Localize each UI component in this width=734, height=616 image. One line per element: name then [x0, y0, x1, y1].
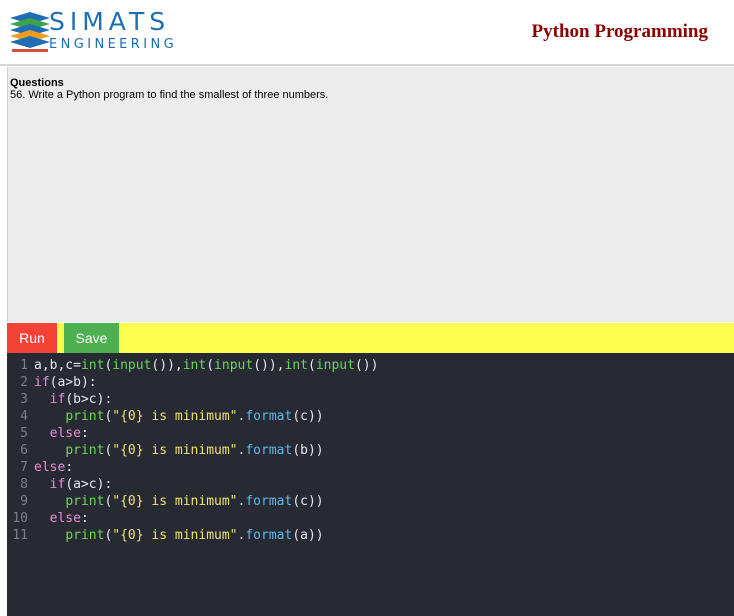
code-token: if	[49, 477, 66, 492]
page-header: SIMATS ENGINEERING Python Programming	[0, 0, 734, 64]
save-button[interactable]: Save	[64, 323, 119, 353]
code-token: (b))	[292, 443, 324, 458]
editor-toolbar: Run Save	[7, 323, 734, 353]
code-line[interactable]: 3 if(b>c):	[7, 391, 112, 408]
code-token: input	[315, 358, 355, 373]
code-token: "{0} is minimum"	[112, 528, 238, 543]
code-line[interactable]: 2 if(a>b):	[7, 374, 97, 391]
header-divider	[0, 64, 734, 66]
code-token: ())	[354, 358, 379, 373]
code-token: (a))	[292, 528, 324, 543]
code-token: if	[49, 392, 66, 407]
code-token: "{0} is minimum"	[112, 409, 238, 424]
code-token: print	[65, 528, 105, 543]
code-token: (c))	[292, 494, 324, 509]
brand-subtitle: ENGINEERING	[49, 37, 178, 52]
code-token: format	[245, 494, 293, 509]
question-text: 56. Write a Python program to find the s…	[10, 89, 329, 101]
code-token: :	[80, 511, 89, 526]
code-token: ()),	[253, 358, 285, 373]
code-token: print	[65, 409, 105, 424]
code-token: int	[80, 358, 105, 373]
brand: SIMATS ENGINEERING	[49, 8, 177, 53]
code-token: format	[245, 528, 293, 543]
code-token: if	[34, 375, 50, 390]
code-line[interactable]: 11 print("{0} is minimum".format(a))	[7, 527, 324, 544]
code-token: print	[65, 443, 105, 458]
code-token: (c))	[292, 409, 324, 424]
code-token: :	[65, 460, 74, 475]
code-token: :	[80, 426, 89, 441]
code-token: a,b,c=	[34, 358, 81, 373]
code-line[interactable]: 7 else:	[7, 459, 73, 476]
brand-name: SIMATS	[49, 7, 171, 36]
question-panel: Questions 56. Write a Python program to …	[7, 67, 734, 322]
code-line[interactable]: 6 print("{0} is minimum".format(b))	[7, 442, 324, 459]
questions-heading: Questions	[10, 77, 64, 89]
code-token: (a>c):	[65, 477, 113, 492]
code-line[interactable]: 9 print("{0} is minimum".format(c))	[7, 493, 324, 510]
simats-logo-icon	[10, 12, 50, 52]
line-number: 3	[20, 392, 28, 407]
code-token: int	[284, 358, 308, 373]
code-token: (b>c):	[65, 392, 113, 407]
code-line[interactable]: 10 else:	[7, 510, 89, 527]
line-number: 7	[20, 460, 28, 475]
code-token: ()),	[151, 358, 183, 373]
line-number: 6	[20, 443, 28, 458]
code-token: print	[65, 494, 105, 509]
line-number: 5	[20, 426, 28, 441]
code-line[interactable]: 8 if(a>c):	[7, 476, 112, 493]
code-token: (	[206, 358, 215, 373]
line-number: 10	[12, 511, 28, 526]
code-token: int	[182, 358, 207, 373]
line-number: 2	[20, 375, 28, 390]
line-number: 1	[20, 358, 28, 373]
code-line[interactable]: 1 a,b,c=int(input()),int(input()),int(inp…	[7, 357, 378, 374]
code-token: format	[245, 409, 293, 424]
code-token: (	[307, 358, 316, 373]
line-number: 11	[12, 528, 28, 543]
code-line[interactable]: 4 print("{0} is minimum".format(c))	[7, 408, 324, 425]
code-token: else	[34, 460, 66, 475]
line-number: 8	[20, 477, 28, 492]
code-token: input	[214, 358, 254, 373]
line-number: 4	[20, 409, 28, 424]
run-button[interactable]: Run	[7, 323, 57, 353]
code-token: format	[245, 443, 293, 458]
code-token: "{0} is minimum"	[112, 494, 238, 509]
page-title: Python Programming	[531, 21, 708, 42]
code-line[interactable]: 5 else:	[7, 425, 89, 442]
code-token: else	[49, 426, 81, 441]
code-token: else	[49, 511, 81, 526]
code-token: input	[112, 358, 152, 373]
code-token: "{0} is minimum"	[112, 443, 238, 458]
line-number: 9	[20, 494, 28, 509]
code-token: (a>b):	[49, 375, 97, 390]
code-editor[interactable]: 1 a,b,c=int(input()),int(input()),int(inp…	[7, 353, 734, 616]
